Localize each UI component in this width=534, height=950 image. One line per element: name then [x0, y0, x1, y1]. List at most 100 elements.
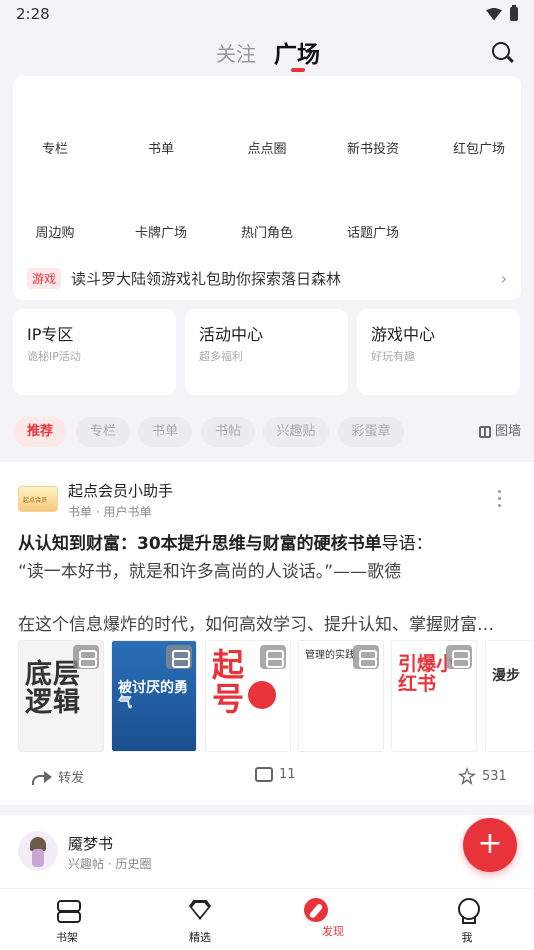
post-card[interactable]: 魇梦书 兴趣帖 · 历史圈	[0, 815, 534, 895]
post-body: 在这个信息爆炸的时代，如何高效学习、提升认知、掌握财富…	[18, 615, 494, 635]
book-cover-title: 漫步	[492, 668, 520, 684]
booklist-badge-icon	[166, 645, 192, 669]
banner-text: 读斗罗大陆领游戏礼包助你探索落日森林	[71, 269, 342, 288]
zone-subtitle: 好玩有趣	[371, 350, 415, 363]
post-card[interactable]: 起点会员 起点会员小助手 书单 · 用户书单 从认知到财富：30本提升思维与财富…	[0, 462, 534, 805]
nav-bookshelf[interactable]: 书架	[37, 897, 97, 945]
post-title-suffix: 导语：	[381, 534, 433, 554]
comment-count: 11	[279, 767, 296, 782]
status-icons	[486, 5, 518, 21]
status-time: 2:28	[16, 5, 50, 23]
zone-game[interactable]: 游戏中心 好玩有趣	[357, 309, 520, 395]
book-cover[interactable]: 管理的实践	[298, 640, 384, 752]
comment-icon	[255, 767, 273, 782]
share-label: 转发	[58, 771, 85, 786]
play-icon	[248, 681, 276, 709]
status-bar: 2:28	[0, 0, 534, 28]
nav-label: 精选	[189, 931, 211, 944]
bottom-nav: 书架 精选 发现 我	[0, 888, 534, 950]
active-tab-indicator	[291, 68, 305, 72]
zone-subtitle: 诡秘IP活动	[27, 350, 81, 363]
nav-label: 书架	[56, 931, 78, 944]
booklist-badge-icon	[353, 645, 379, 669]
avatar[interactable]: 起点会员	[18, 486, 58, 512]
chip-recommend[interactable]: 推荐	[13, 417, 67, 447]
image-wall-toggle[interactable]: 图墙	[478, 417, 521, 447]
book-cover-strip: 底层逻辑 被讨厌的勇气 起号 管理的实践 引爆小红书 漫步	[18, 640, 534, 753]
chip-column[interactable]: 专栏	[76, 417, 130, 447]
filter-chips: 推荐 专栏 书单 书帖 兴趣贴 彩蛋章 图墙	[13, 417, 521, 447]
book-cover-title: 管理的实践	[305, 650, 355, 661]
profile-icon	[454, 897, 480, 924]
share-icon	[32, 770, 52, 785]
post-meta: 兴趣帖 · 历史圈	[68, 857, 152, 871]
book-cover[interactable]: 底层逻辑	[18, 640, 104, 752]
like-button[interactable]: 531	[458, 767, 507, 785]
more-options-icon[interactable]	[498, 490, 502, 511]
zone-title: 游戏中心	[371, 325, 436, 344]
grid-item-topics[interactable]: 话题广场	[323, 222, 423, 241]
banner-tag: 游戏	[27, 267, 62, 289]
grid-item-booklist[interactable]: 书单	[111, 138, 211, 157]
avatar[interactable]	[18, 831, 58, 871]
post-title: 从认知到财富：30本提升思维与财富的硬核书单导语：	[18, 532, 518, 556]
post-title-bold: 从认知到财富：30本提升思维与财富的硬核书单	[18, 534, 382, 554]
post-author[interactable]: 起点会员小助手	[68, 480, 173, 501]
nav-discover[interactable]: 发现	[303, 897, 363, 939]
wifi-icon	[486, 7, 502, 21]
zone-activity[interactable]: 活动中心 超多福利	[185, 309, 348, 395]
book-cover[interactable]: 被讨厌的勇气	[111, 640, 197, 752]
grid-icon	[478, 426, 491, 438]
grid-item-new-book-invest[interactable]: 新书投资	[323, 138, 423, 157]
chip-booklist[interactable]: 书单	[138, 417, 192, 447]
chip-book-post[interactable]: 书帖	[201, 417, 255, 447]
tab-follow[interactable]: 关注	[216, 38, 256, 67]
diamond-icon	[187, 897, 213, 923]
zone-title: IP专区	[27, 325, 74, 344]
zone-ip[interactable]: IP专区 诡秘IP活动	[13, 309, 176, 395]
booklist-badge-icon	[260, 645, 286, 669]
grid-item-red-packet[interactable]: 红包广场	[429, 138, 529, 157]
grid-item-column[interactable]: 专栏	[5, 138, 105, 157]
nav-label: 发现	[322, 925, 344, 938]
feature-grid-card: 专栏 书单 点点圈 新书投资 红包广场 周边购 卡牌广场 热门角色 话题广场 游…	[13, 76, 521, 300]
zone-title: 活动中心	[199, 325, 264, 344]
grid-item-dianquan[interactable]: 点点圈	[217, 138, 317, 157]
book-cover-title: 被讨厌的勇气	[118, 680, 188, 711]
nav-featured[interactable]: 精选	[170, 897, 230, 945]
book-cover[interactable]: 引爆小红书	[391, 640, 477, 752]
search-button[interactable]	[490, 40, 516, 66]
bookshelf-icon	[54, 897, 81, 923]
create-post-button[interactable]: +	[463, 818, 517, 872]
compass-icon	[304, 898, 328, 922]
comment-button[interactable]: 11	[255, 767, 296, 782]
tab-square[interactable]: 广场	[274, 35, 320, 69]
chevron-right-icon: ›	[500, 268, 507, 288]
post-author[interactable]: 魇梦书	[68, 833, 113, 854]
booklist-badge-icon	[446, 645, 472, 669]
like-count: 531	[482, 768, 507, 784]
book-cover[interactable]: 漫步	[485, 640, 534, 752]
grid-item-cards[interactable]: 卡牌广场	[111, 222, 211, 241]
chip-interest-post[interactable]: 兴趣贴	[263, 417, 329, 447]
book-cover-title: 底层逻辑	[25, 659, 81, 719]
avatar-text: 起点会员	[23, 497, 48, 504]
post-meta: 书单 · 用户书单	[68, 505, 152, 519]
star-icon	[458, 767, 476, 785]
grid-item-hot-roles[interactable]: 热门角色	[217, 222, 317, 241]
top-nav: 关注 广场	[0, 32, 534, 72]
post-quote: “读一本好书，就是和许多高尚的人谈话。”——歌德	[18, 562, 402, 582]
share-button[interactable]: 转发	[32, 767, 84, 786]
book-cover[interactable]: 起号	[205, 640, 291, 752]
nav-me[interactable]: 我	[437, 897, 497, 945]
chip-easter-egg[interactable]: 彩蛋章	[338, 417, 404, 447]
game-banner[interactable]: 游戏 读斗罗大陆领游戏礼包助你探索落日森林 ›	[13, 263, 521, 293]
grid-item-merch[interactable]: 周边购	[5, 222, 105, 241]
nav-label: 我	[461, 931, 473, 944]
book-cover-title: 起号	[212, 646, 245, 718]
image-wall-label: 图墙	[494, 424, 521, 439]
zone-subtitle: 超多福利	[199, 350, 243, 363]
booklist-badge-icon	[73, 645, 99, 669]
post-actions: 转发 11 531	[0, 767, 534, 791]
battery-icon	[510, 5, 518, 21]
